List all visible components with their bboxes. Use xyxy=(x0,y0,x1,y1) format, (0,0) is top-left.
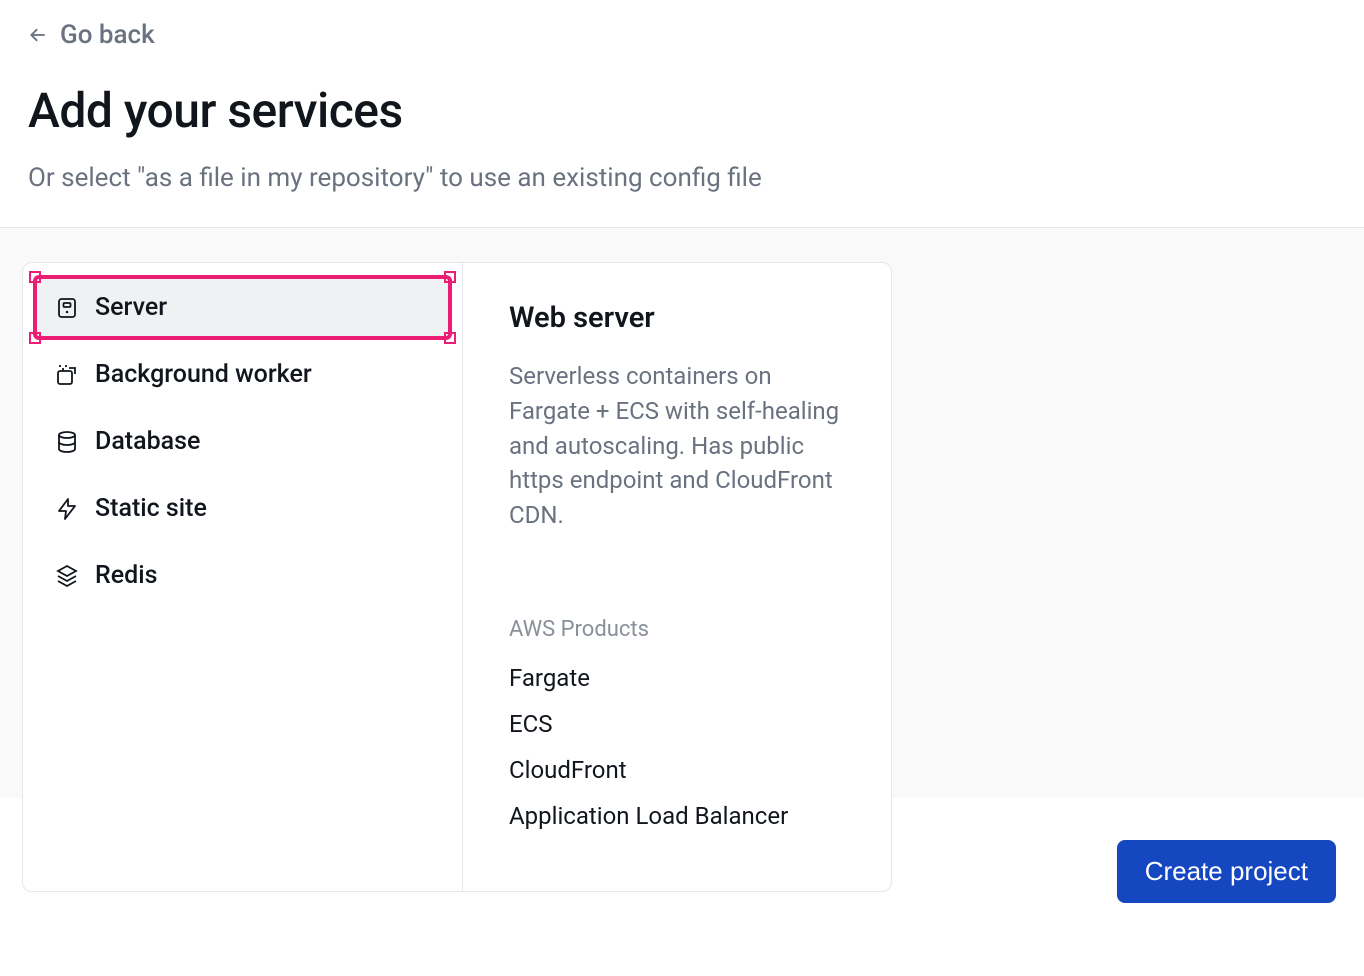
detail-title: Web server xyxy=(509,301,851,335)
aws-product-item: Application Load Balancer xyxy=(509,802,851,830)
services-panel: Server Background worker Database xyxy=(22,262,892,892)
worker-icon xyxy=(55,363,79,387)
detail-description: Serverless containers on Fargate + ECS w… xyxy=(509,359,851,533)
arrow-left-icon xyxy=(28,25,48,45)
service-item-server[interactable]: Server xyxy=(35,277,450,338)
aws-product-item: CloudFront xyxy=(509,756,851,784)
layers-icon xyxy=(55,564,79,588)
content-area: Server Background worker Database xyxy=(0,228,1364,798)
footer-actions: Create project xyxy=(1117,840,1336,903)
create-project-button[interactable]: Create project xyxy=(1117,840,1336,903)
service-item-label: Redis xyxy=(95,561,157,590)
database-icon xyxy=(55,430,79,454)
service-item-label: Static site xyxy=(95,494,207,523)
page-header: Go back Add your services Or select "as … xyxy=(0,0,1364,227)
aws-products-label: AWS Products xyxy=(509,617,851,642)
service-item-redis[interactable]: Redis xyxy=(35,545,450,606)
lightning-icon xyxy=(55,497,79,521)
server-icon xyxy=(55,296,79,320)
service-item-background-worker[interactable]: Background worker xyxy=(35,344,450,405)
page-title: Add your services xyxy=(28,82,1336,139)
page-subtitle: Or select "as a file in my repository" t… xyxy=(28,163,1336,193)
aws-product-item: ECS xyxy=(509,710,851,738)
go-back-label: Go back xyxy=(60,20,155,50)
service-item-database[interactable]: Database xyxy=(35,411,450,472)
service-detail-pane: Web server Serverless containers on Farg… xyxy=(463,263,891,891)
service-item-static-site[interactable]: Static site xyxy=(35,478,450,539)
service-item-label: Server xyxy=(95,293,167,322)
services-sidebar: Server Background worker Database xyxy=(23,263,463,891)
service-item-label: Database xyxy=(95,427,200,456)
aws-product-item: Fargate xyxy=(509,664,851,692)
service-item-label: Background worker xyxy=(95,360,312,389)
go-back-link[interactable]: Go back xyxy=(28,20,155,50)
